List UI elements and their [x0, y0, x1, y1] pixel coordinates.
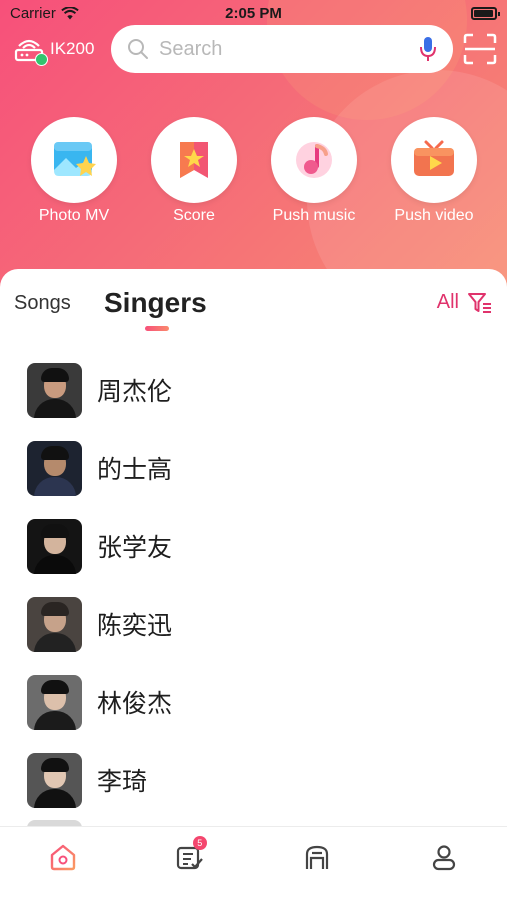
shortcut-row: Photo MV Score Push music Push video	[0, 117, 507, 225]
list-item[interactable]: 李琦	[27, 741, 487, 819]
microphone-icon[interactable]	[419, 35, 437, 63]
filter-icon	[468, 292, 491, 313]
list-item[interactable]: 林俊杰	[27, 663, 487, 741]
shortcut-label: Push music	[272, 207, 356, 224]
avatar	[27, 674, 82, 730]
device-icon	[305, 845, 328, 869]
score-icon	[151, 117, 237, 203]
search-placeholder: Search	[159, 37, 223, 60]
shortcut-push-music[interactable]: Push music	[254, 117, 374, 225]
avatar	[27, 752, 82, 808]
push-music-icon	[271, 117, 357, 203]
shortcut-label: Photo MV	[38, 207, 110, 224]
avatar	[27, 362, 82, 418]
tab-device[interactable]	[254, 827, 381, 900]
content-sheet: Songs Singers All 周杰伦 的士高 张学友 陈奕迅 林俊杰 李琦	[0, 269, 507, 829]
bottom-tab-bar: 5	[0, 826, 507, 900]
shortcut-label: Push video	[394, 207, 474, 224]
singer-name: 张学友	[97, 533, 173, 562]
tab-home[interactable]	[0, 827, 127, 900]
list-item[interactable]: 周杰伦	[27, 351, 487, 429]
shortcut-photo-mv[interactable]: Photo MV	[14, 117, 134, 225]
tab-singers[interactable]: Singers	[104, 287, 207, 319]
filter-label: All	[436, 291, 459, 313]
singer-list: 周杰伦 的士高 张学友 陈奕迅 林俊杰 李琦	[27, 351, 487, 819]
list-item[interactable]: 的士高	[27, 429, 487, 507]
filter-button[interactable]: All	[437, 291, 493, 314]
home-icon	[51, 844, 76, 871]
avatar	[27, 596, 82, 652]
singer-name: 林俊杰	[97, 689, 173, 718]
tab-songs[interactable]: Songs	[14, 292, 71, 315]
status-bar: Carrier 2:05 PM	[0, 0, 507, 28]
search-bar[interactable]: Search	[111, 25, 453, 73]
tab-playlist[interactable]: 5	[127, 827, 254, 900]
tab-indicator	[145, 326, 169, 331]
shortcut-push-video[interactable]: Push video	[374, 117, 494, 225]
scan-icon[interactable]	[463, 33, 497, 65]
avatar	[27, 518, 82, 574]
push-video-icon	[391, 117, 477, 203]
shortcut-score[interactable]: Score	[134, 117, 254, 225]
avatar	[27, 440, 82, 496]
profile-icon	[432, 845, 455, 871]
device-selector[interactable]: IK200	[12, 34, 95, 66]
singer-name: 李琦	[97, 767, 148, 796]
singer-name: 陈奕迅	[97, 611, 173, 640]
photo-mv-icon	[31, 117, 117, 203]
router-icon	[12, 34, 48, 66]
check-icon	[35, 53, 48, 66]
clock: 2:05 PM	[225, 5, 282, 22]
list-item[interactable]: 陈奕迅	[27, 585, 487, 663]
battery-icon	[471, 7, 500, 20]
notification-badge: 5	[192, 836, 207, 850]
tab-profile[interactable]	[380, 827, 507, 900]
singer-name: 周杰伦	[97, 377, 173, 406]
search-icon	[128, 39, 148, 59]
list-item[interactable]: 张学友	[27, 507, 487, 585]
singer-name: 的士高	[97, 455, 173, 484]
device-name: IK200	[50, 39, 95, 58]
shortcut-label: Score	[173, 207, 215, 224]
